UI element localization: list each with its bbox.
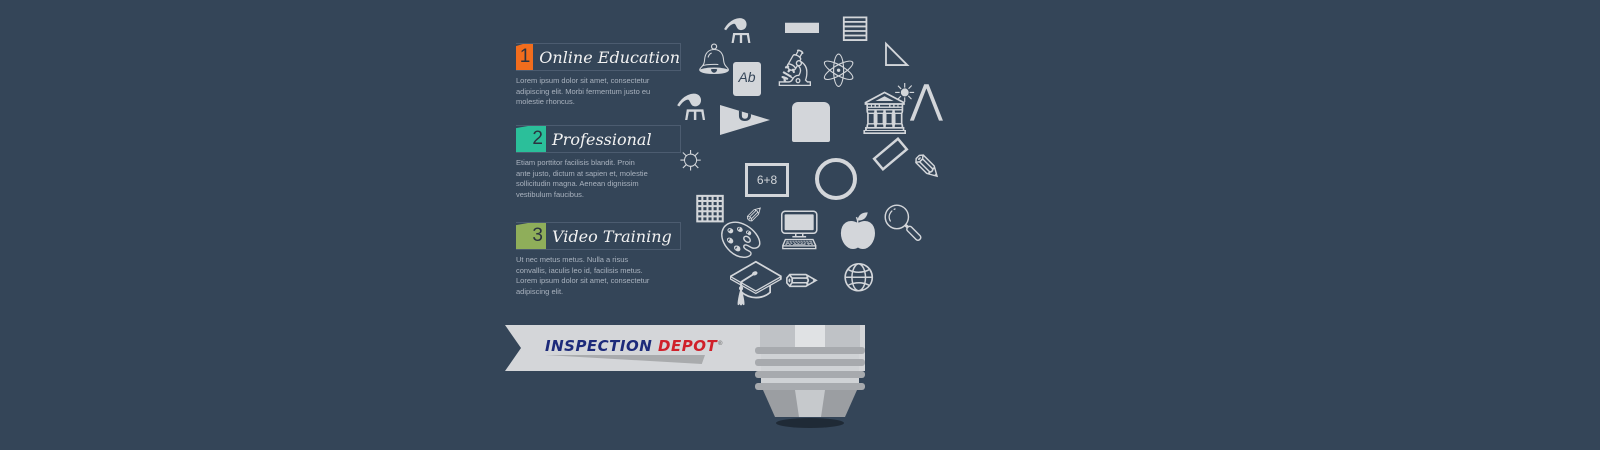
pencil-icon: ✎ [912,147,943,188]
book-icon: ▬ [785,3,819,41]
item-text: Etiam porttitor facilisis blandit. Proin… [516,158,648,199]
palette-icon: 🎨︎ [718,219,764,260]
bell-icon: 🔔︎ [695,43,734,76]
item-title: Online Education [539,47,680,67]
logo-mark: ® [717,340,724,347]
monitor-icon: 🖥︎ [775,210,824,252]
item-text: Ut nec metus metus. Nulla a risus conval… [516,255,650,296]
bulb-base [755,325,865,428]
item-text: Lorem ipsum dolor sit amet, consectetur … [516,76,651,106]
triangle-ruler-icon: ◺ [885,33,910,69]
idea-icon: ☼ [675,138,707,176]
item-online-education: 1 Online Education Lorem ipsum dolor sit … [516,43,681,108]
item-professional: 2 Professional Etiam porttitor facilisis … [516,125,681,200]
inspection-depot-logo: INSPECTION DEPOT® [545,337,724,355]
clock-icon [815,158,857,200]
flask-icon: ⚗ [675,87,708,128]
atom-icon: ⚛ [818,45,860,97]
compass-icon: ⋀ [910,78,943,122]
apple-icon: 🍎︎ [835,210,881,251]
book-ab-icon: Ab [733,62,761,96]
logo-part2: DEPOT [658,337,718,355]
item-title: Video Training [552,226,672,246]
item-video-training: 3 Video Training Ut nec metus metus. Null… [516,222,681,297]
graduation-cap-icon: 🎓︎ [728,259,784,308]
notepad-icon: ▤ [840,8,871,44]
logo-part1: INSPECTION [545,337,653,355]
globe-icon: 🌐︎ [843,256,875,300]
school-bus-icon [792,102,830,142]
chalkboard-text: 6+8 [748,166,786,194]
flag-number: 2 [516,126,546,152]
item-title: Professional [552,129,652,149]
microscope-icon: 🔬︎ [772,47,818,88]
pencils-icon: ✏ [785,260,819,304]
flag-number: 1 [516,44,534,70]
chalkboard-icon: 6+8 [745,163,789,197]
pennant-icon: U [720,105,770,135]
flag-number: 3 [516,223,546,249]
magnifier-icon: 🔍︎ [880,202,926,243]
